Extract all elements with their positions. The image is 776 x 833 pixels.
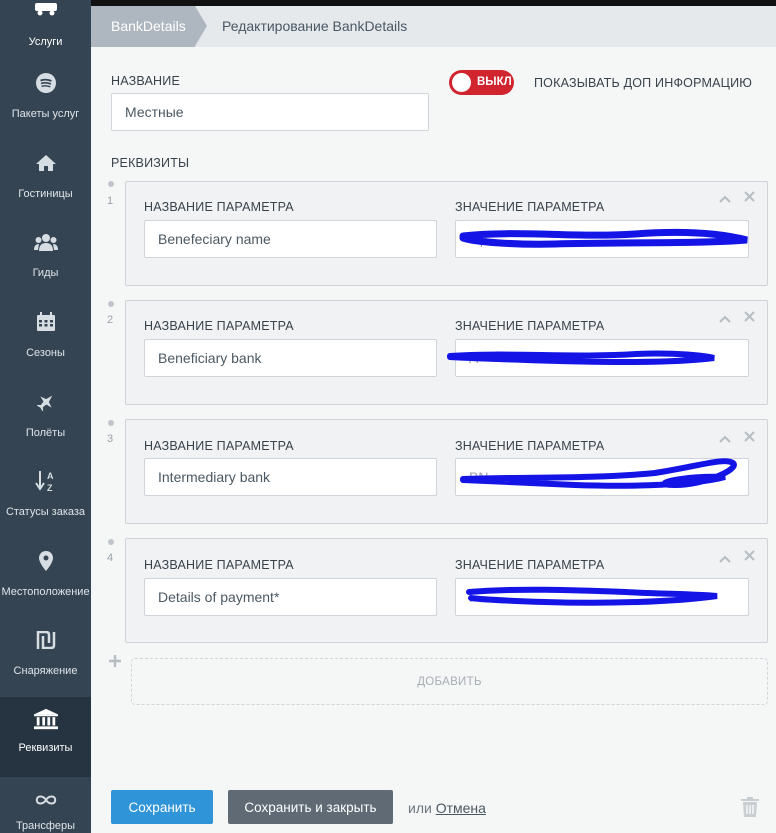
sidebar-item-seasons[interactable]: Сезоны [0,310,91,390]
bank-icon [33,707,58,731]
sidebar-item-label: Услуги [28,36,63,48]
param-name-input[interactable]: Details of payment* [144,578,437,616]
param-value-label: ЗНАЧЕНИЕ ПАРАМЕТРА [455,439,605,453]
sidebar-item-transfers[interactable]: Трансферы [0,788,91,833]
show-more-label: ПОКАЗЫВАТЬ ДОП ИНФОРМАЦИЮ [534,76,753,90]
or-label: или [408,800,432,816]
sidebar-item-equipment[interactable]: Снаряжение [0,628,91,708]
param-name-input[interactable]: Intermediary bank [144,458,437,496]
param-name-label: НАЗВАНИЕ ПАРАМЕТРА [144,200,294,214]
plus-icon[interactable] [109,651,121,672]
or-text: или Отмена [408,800,486,816]
param-value-input[interactable]: А [455,339,749,377]
sidebar-item-label: Гиды [32,267,59,279]
close-icon[interactable] [744,429,755,445]
row-number: 1 [106,195,114,207]
sidebar-item-services[interactable]: Услуги [0,0,91,58]
breadcrumb-arrow [195,6,207,46]
plane-icon [34,390,58,414]
sidebar-item-label: Местоположение [1,586,90,598]
sidebar-item-label: Снаряжение [13,665,78,677]
sidebar-item-label: Сезоны [26,347,65,359]
bus-icon [34,0,58,22]
sidebar-item-flights[interactable]: Полёты [0,390,91,470]
drag-handle[interactable] [108,539,114,545]
param-value-input[interactable]: BN [455,458,749,496]
sidebar-item-label: Реквизиты [18,742,73,754]
toggle-knob [452,73,471,92]
spotify-icon [34,71,58,95]
breadcrumb-bankdetails[interactable]: BankDetails [91,6,195,47]
sidebar-item-location[interactable]: Местоположение [0,549,91,629]
sidebar-item-order-statuses[interactable]: AZ Статусы заказа [0,469,91,549]
param-value-input[interactable]: F [455,578,749,616]
param-name-input[interactable]: Benefeciary name [144,220,437,258]
drag-handle[interactable] [108,181,114,187]
svg-text:Z: Z [47,483,53,493]
sort-alpha-icon: AZ [34,469,58,493]
row-number: 3 [106,433,114,445]
chevron-up-icon[interactable] [719,310,731,326]
drag-handle[interactable] [108,420,114,426]
param-name-label: НАЗВАНИЕ ПАРАМЕТРА [144,558,294,572]
sidebar-item-label: Пакеты услуг [11,108,80,120]
chevron-up-icon[interactable] [719,190,731,206]
requisites-label: РЕКВИЗИТЫ [111,156,190,170]
map-marker-icon [34,549,58,573]
sidebar-item-label: Полёты [25,427,66,439]
sidebar-item-hotels[interactable]: Гостиницы [0,151,91,231]
drag-handle[interactable] [108,301,114,307]
show-more-toggle[interactable]: ВЫКЛ [449,70,514,95]
close-icon[interactable] [744,189,755,205]
row-number: 4 [106,552,114,564]
row-number: 2 [106,314,114,326]
sidebar-item-packages[interactable]: Пакеты услуг [0,71,91,151]
name-input[interactable]: Местные [111,93,429,131]
close-icon[interactable] [744,309,755,325]
param-name-input[interactable]: Beneficiary bank [144,339,437,377]
sidebar-item-requisites[interactable]: Реквизиты [0,697,91,777]
sidebar: Услуги Пакеты услуг Гостиницы Гиды Сезон… [0,0,91,833]
users-icon [33,230,58,254]
svg-text:A: A [47,471,54,481]
save-and-close-button[interactable]: Сохранить и закрыть [228,790,393,824]
toggle-state: ВЫКЛ [477,76,512,88]
infinity-icon [34,788,58,812]
param-value-label: ЗНАЧЕНИЕ ПАРАМЕТРА [455,558,605,572]
add-param-button[interactable]: ДОБАВИТЬ [131,658,768,705]
close-icon[interactable] [744,548,755,564]
name-label: НАЗВАНИЕ [111,74,180,88]
chevron-up-icon[interactable] [719,550,731,566]
calendar-icon [34,310,58,334]
chevron-up-icon[interactable] [719,430,731,446]
sidebar-item-guides[interactable]: Гиды [0,230,91,310]
param-name-label: НАЗВАНИЕ ПАРАМЕТРА [144,319,294,333]
param-value-label: ЗНАЧЕНИЕ ПАРАМЕТРА [455,319,605,333]
home-icon [34,151,58,175]
breadcrumb: BankDetails Редактирование BankDetails [91,6,776,47]
breadcrumb-current: Редактирование BankDetails [222,18,408,34]
sidebar-item-label: Трансферы [15,820,76,832]
param-name-label: НАЗВАНИЕ ПАРАМЕТРА [144,439,294,453]
sidebar-item-label: Статусы заказа [5,506,86,518]
param-value-label: ЗНАЧЕНИЕ ПАРАМЕТРА [455,200,605,214]
save-button[interactable]: Сохранить [111,790,213,824]
trash-icon[interactable] [741,797,759,822]
sidebar-item-label: Гостиницы [18,188,73,200]
param-value-input[interactable]: Op [455,220,749,258]
shekel-icon [34,628,58,652]
cancel-link[interactable]: Отмена [436,800,486,816]
